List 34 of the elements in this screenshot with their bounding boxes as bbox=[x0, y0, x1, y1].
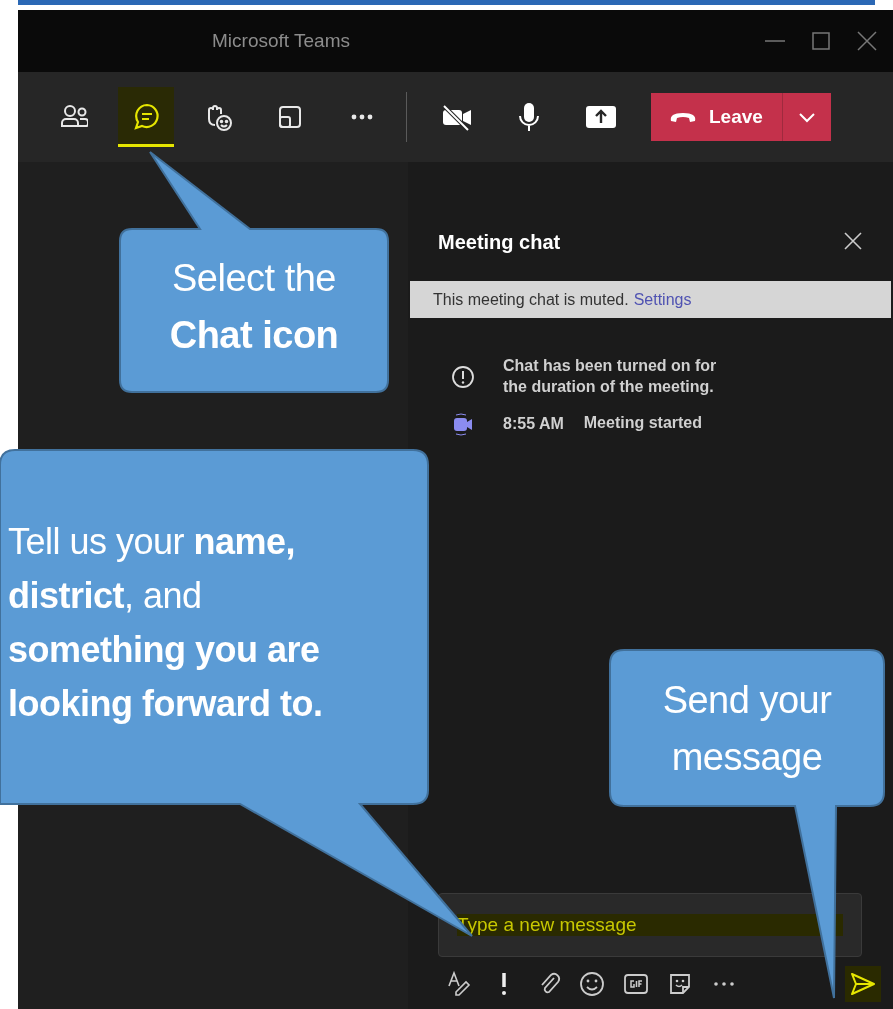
chat-icon bbox=[132, 101, 160, 130]
chat-notice: Chat has been turned on for the duration of the meeting. bbox=[503, 356, 717, 397]
camera-off-icon bbox=[441, 103, 473, 131]
event-text: Meeting started bbox=[583, 413, 702, 434]
phone-icon bbox=[669, 110, 697, 124]
callout-text: Select the Chat icon bbox=[168, 256, 340, 358]
emoji-button[interactable] bbox=[578, 970, 606, 998]
leave-button[interactable]: Leave bbox=[651, 93, 783, 141]
minimize-icon bbox=[765, 40, 785, 42]
message-time: 8:55 AM bbox=[503, 414, 564, 433]
more-icon bbox=[714, 982, 734, 986]
more-icon bbox=[351, 114, 373, 120]
maximize-icon bbox=[809, 29, 833, 53]
callout-text: Tell us your name, district, and something you are looking forward to. bbox=[8, 520, 324, 726]
chevron-down-icon bbox=[798, 111, 816, 123]
window-title: Microsoft Teams bbox=[212, 30, 350, 52]
panel-title: Meeting chat bbox=[438, 230, 561, 254]
close-icon bbox=[843, 230, 863, 251]
send-button[interactable] bbox=[845, 966, 881, 1002]
share-screen-icon bbox=[585, 104, 617, 130]
settings-link[interactable]: Settings bbox=[633, 290, 692, 309]
close-icon bbox=[855, 29, 879, 53]
emoji-icon bbox=[578, 970, 606, 998]
video-camera-icon bbox=[451, 411, 475, 436]
callout-text: Send your message bbox=[661, 678, 833, 780]
exclamation-icon bbox=[501, 972, 507, 996]
rooms-icon bbox=[276, 103, 304, 131]
close-button[interactable] bbox=[855, 29, 879, 53]
toolbar-tab[interactable] bbox=[118, 87, 174, 147]
send-icon bbox=[849, 970, 877, 998]
banner-text: This meeting chat is muted. bbox=[433, 290, 629, 309]
maximize-button[interactable] bbox=[809, 29, 833, 53]
info-icon bbox=[451, 364, 475, 389]
microphone-icon bbox=[517, 101, 541, 133]
